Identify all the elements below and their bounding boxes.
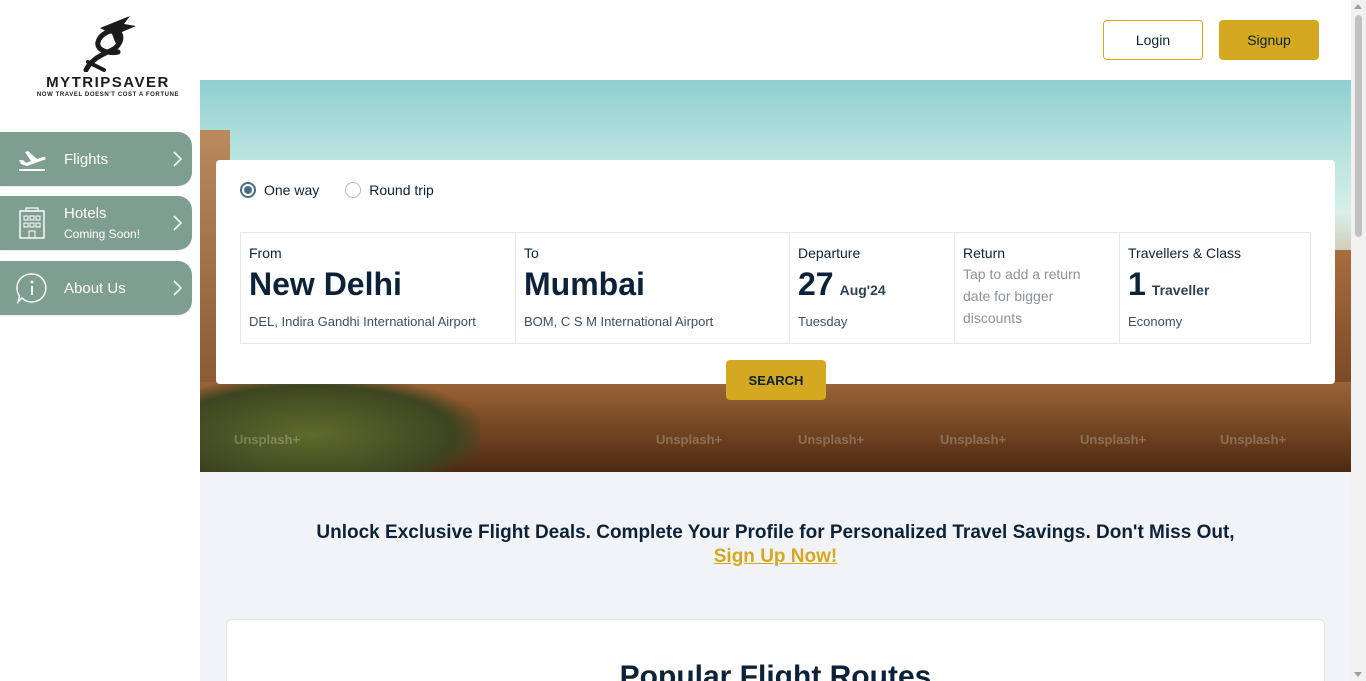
watermark-text: Unsplash+ (940, 432, 1007, 447)
brand-name: MYTRIPSAVER (46, 74, 170, 91)
brand-tagline: NOW TRAVEL DOESN'T COST A FORTUNE (36, 92, 180, 98)
return-field[interactable]: Return Tap to add a return date for bigg… (955, 233, 1120, 343)
trip-type-label: One way (264, 182, 320, 198)
trip-type-selector: One way Round trip (240, 182, 450, 198)
watermark-text: Unsplash+ (798, 432, 865, 447)
trip-type-one-way[interactable]: One way (240, 182, 319, 198)
section-title: Popular Flight Routes (619, 660, 932, 681)
departure-field[interactable]: Departure 27 Aug'24 Tuesday (790, 233, 955, 343)
chevron-right-icon (162, 280, 192, 296)
return-hint: Tap to add a return date for bigger disc… (963, 266, 1081, 326)
travellers-label: Travellers & Class (1128, 245, 1242, 261)
popular-routes-section: Popular Flight Routes (226, 619, 1325, 681)
departure-label: Departure (798, 245, 861, 261)
to-city: Mumbai (524, 266, 645, 302)
chevron-right-icon (162, 151, 192, 167)
trip-type-round-trip[interactable]: Round trip (345, 182, 434, 198)
to-label: To (524, 245, 539, 261)
departure-month-year: Aug'24 (839, 282, 886, 298)
trip-type-label: Round trip (369, 182, 434, 198)
from-label: From (249, 245, 282, 261)
brand-logo[interactable]: MYTRIPSAVER NOW TRAVEL DOESN'T COST A FO… (28, 14, 188, 110)
from-field[interactable]: From New Delhi DEL, Indira Gandhi Intern… (241, 233, 516, 343)
travel-class: Economy (1128, 314, 1183, 330)
radio-button[interactable] (240, 182, 256, 198)
sidebar-item-label: Flights (64, 150, 109, 168)
sidebar-item-label: About Us (64, 279, 126, 297)
watermark-text: Unsplash+ (656, 432, 723, 447)
return-label: Return (963, 245, 1006, 261)
to-field[interactable]: To Mumbai BOM, C S M International Airpo… (516, 233, 790, 343)
airplane-takeoff-icon (0, 146, 64, 172)
sidebar: MYTRIPSAVER NOW TRAVEL DOESN'T COST A FO… (0, 0, 200, 681)
departure-weekday: Tuesday (798, 314, 848, 330)
sidebar-item-hotels[interactable]: Hotels Coming Soon! (0, 196, 192, 250)
traveller-count: 1 (1128, 266, 1146, 302)
hotel-building-icon (0, 207, 64, 239)
info-circle-icon (0, 272, 64, 304)
from-city: New Delhi (249, 266, 402, 302)
search-button[interactable]: SEARCH (726, 360, 826, 400)
chevron-right-icon (162, 215, 192, 231)
logo-icon (83, 16, 136, 72)
travellers-field[interactable]: Travellers & Class 1 Traveller Economy (1120, 233, 1310, 343)
watermark-text: Unsplash+ (234, 432, 301, 447)
watermark-text: Unsplash+ (1080, 432, 1147, 447)
sidebar-item-sublabel: Coming Soon! (64, 227, 141, 241)
sidebar-item-flights[interactable]: Flights (0, 132, 192, 186)
departure-day: 27 (798, 266, 834, 302)
login-button[interactable]: Login (1103, 20, 1203, 60)
traveller-unit: Traveller (1151, 282, 1210, 298)
scroll-down-arrow[interactable] (1354, 672, 1362, 677)
promo-banner: Unlock Exclusive Flight Deals. Complete … (200, 522, 1351, 568)
watermark-text: Unsplash+ (1220, 432, 1287, 447)
scrollbar-thumb[interactable] (1355, 15, 1362, 237)
to-airport: BOM, C S M International Airport (524, 314, 714, 330)
from-airport: DEL, Indira Gandhi International Airport (249, 314, 476, 330)
signup-button[interactable]: Signup (1219, 20, 1319, 60)
radio-button[interactable] (345, 182, 362, 198)
scroll-up-arrow[interactable] (1354, 4, 1362, 9)
search-fields: From New Delhi DEL, Indira Gandhi Intern… (240, 232, 1311, 344)
sidebar-item-about-us[interactable]: About Us (0, 261, 192, 315)
sign-up-now-link[interactable]: Sign Up Now! (200, 546, 1351, 568)
sidebar-item-label: Hotels (64, 205, 107, 222)
page-scrollbar[interactable] (1351, 0, 1366, 681)
promo-text: Unlock Exclusive Flight Deals. Complete … (316, 522, 1235, 543)
